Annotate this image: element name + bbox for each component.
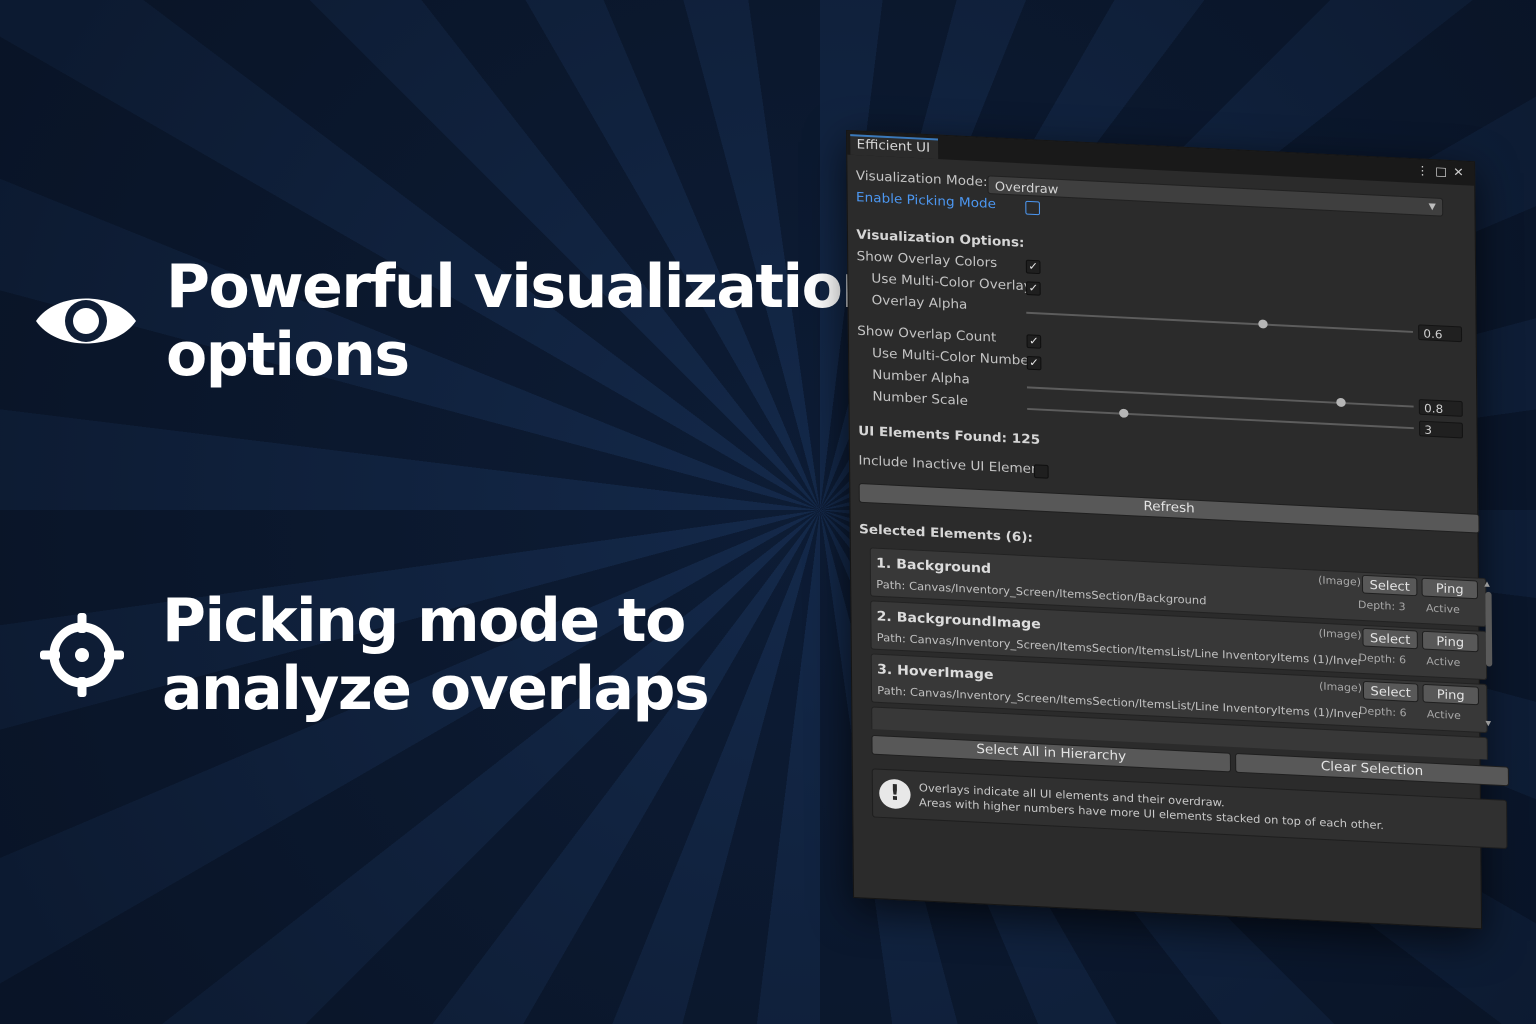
list-scrollbar[interactable]: ▲ ▼ [1484, 580, 1494, 728]
number-alpha-slider-thumb[interactable] [1336, 397, 1346, 408]
warning-icon: ! [879, 778, 911, 810]
item-depth: Depth: 6 [1358, 652, 1407, 667]
selected-elements-header: Selected Elements (6): [858, 522, 1034, 546]
efficient-ui-window: Efficient UI ⋮ □ ✕ Visualization Mode: O… [846, 130, 1510, 930]
visualization-mode-dropdown[interactable]: Overdraw ▼ [987, 175, 1444, 217]
selected-elements-list: 1. Background (Image) Select Ping Path: … [869, 547, 1492, 760]
item-type: (Image) [1318, 680, 1363, 695]
multi-color-overlay-label: Use Multi-Color Overlay [871, 271, 1032, 295]
number-scale-slider[interactable] [1027, 407, 1414, 430]
tab-efficient-ui[interactable]: Efficient UI [850, 134, 939, 160]
elements-found-label: UI Elements Found: [858, 424, 1008, 447]
item-depth: Depth: 6 [1358, 705, 1407, 720]
item-state: Active [1425, 602, 1460, 616]
item-ping-button[interactable]: Ping [1421, 630, 1479, 653]
visualization-mode-label: Visualization Mode: [855, 168, 988, 191]
overlay-alpha-field[interactable]: 0.6 [1418, 324, 1463, 343]
multi-color-overlay-checkbox[interactable]: ✓ [1026, 281, 1041, 296]
elements-found-text: UI Elements Found: 125 [858, 424, 1040, 448]
overlay-alpha-slider[interactable] [1026, 311, 1413, 333]
number-alpha-label: Number Alpha [872, 367, 970, 388]
item-depth: Depth: 3 [1357, 599, 1406, 614]
item-type: (Image) [1318, 574, 1362, 589]
multi-color-number-checkbox[interactable]: ✓ [1026, 355, 1042, 371]
scroll-down-icon[interactable]: ▼ [1485, 719, 1491, 727]
more-menu-icon[interactable]: ⋮ [1416, 163, 1429, 177]
close-icon[interactable]: ✕ [1453, 165, 1464, 179]
enable-picking-label: Enable Picking Mode [855, 190, 997, 213]
show-overlay-colors-checkbox[interactable]: ✓ [1025, 259, 1041, 275]
maximize-icon[interactable]: □ [1435, 164, 1447, 178]
feature-picking-text: Picking mode to analyze overlaps [162, 586, 710, 724]
number-scale-field[interactable]: 3 [1418, 420, 1464, 439]
item-ping-button[interactable]: Ping [1422, 683, 1480, 706]
item-type: (Image) [1318, 627, 1362, 642]
include-inactive-label: Include Inactive UI Elemen [858, 453, 1040, 478]
item-ping-button[interactable]: Ping [1421, 577, 1479, 600]
enable-picking-checkbox[interactable] [1025, 200, 1041, 216]
feature-visualization: Powerful visualization options [34, 252, 884, 390]
show-overlap-count-checkbox[interactable]: ✓ [1026, 334, 1042, 349]
visualization-options-header: Visualization Options: [856, 227, 1025, 251]
item-name: 1. Background [876, 555, 992, 577]
eye-icon [36, 298, 136, 344]
chevron-down-icon: ▼ [1428, 202, 1436, 213]
number-alpha-field[interactable]: 0.8 [1418, 398, 1463, 417]
item-state: Active [1426, 655, 1461, 670]
feature-picking: Picking mode to analyze overlaps [38, 586, 710, 724]
overlay-alpha-label: Overlay Alpha [871, 293, 968, 313]
multi-color-number-label: Use Multi-Color Number [872, 346, 1035, 370]
window-controls: ⋮ □ ✕ [1416, 163, 1464, 179]
item-select-button[interactable]: Select [1361, 574, 1418, 597]
overlay-alpha-slider-thumb[interactable] [1258, 319, 1268, 329]
item-name: 3. HoverImage [876, 661, 994, 684]
number-alpha-slider[interactable] [1026, 386, 1414, 408]
item-name: 2. BackgroundImage [876, 608, 1041, 633]
item-select-button[interactable]: Select [1362, 680, 1419, 703]
include-inactive-checkbox[interactable] [1033, 464, 1049, 479]
item-select-button[interactable]: Select [1362, 627, 1418, 650]
visualization-mode-value: Overdraw [994, 178, 1059, 197]
item-state: Active [1426, 708, 1461, 723]
target-icon [40, 613, 124, 697]
elements-found-count: 125 [1011, 431, 1041, 448]
scroll-up-icon[interactable]: ▲ [1484, 580, 1490, 588]
number-scale-slider-thumb[interactable] [1119, 408, 1129, 418]
show-overlap-count-label: Show Overlap Count [857, 323, 997, 346]
scrollbar-thumb[interactable] [1485, 591, 1493, 667]
feature-visualization-text: Powerful visualization options [166, 252, 884, 390]
number-scale-label: Number Scale [872, 389, 968, 409]
show-overlay-colors-label: Show Overlay Colors [856, 249, 998, 272]
